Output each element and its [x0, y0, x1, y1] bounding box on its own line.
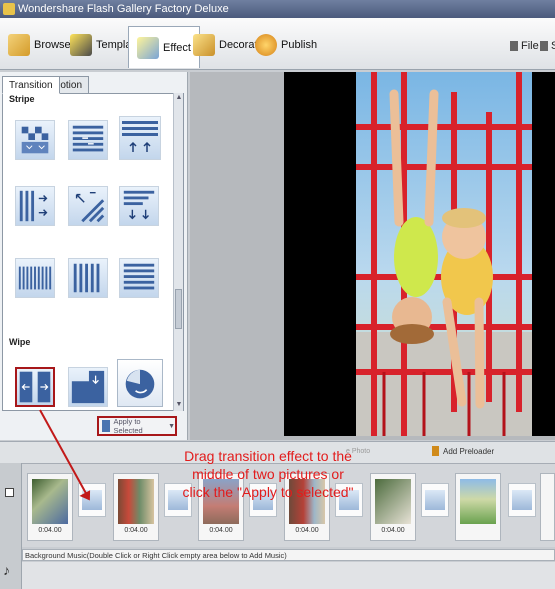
transition-horizontal-blinds[interactable] [119, 258, 159, 298]
frame-duration: 0:04.00 [381, 527, 405, 534]
transition-thumbnail [425, 490, 445, 510]
effects-scrollbar[interactable]: ▲ ▼ [173, 93, 183, 411]
transition-wipe-corner[interactable] [68, 367, 108, 407]
photo-thumbnail [545, 479, 555, 524]
template-icon [70, 34, 92, 56]
transition-horizontal-stripes[interactable] [68, 120, 108, 160]
music-drop-area[interactable] [22, 562, 555, 589]
frame-duration: 0:04.00 [38, 527, 62, 534]
apply-to-selected-button[interactable]: Apply to Selected ▼ [97, 416, 177, 436]
transition-stripe-down[interactable] [119, 186, 159, 226]
photo-frame[interactable]: 0:04.00 [27, 473, 73, 541]
tab-transition[interactable]: Transition [2, 76, 60, 94]
annotation-line-3: click the "Apply to selected" [182, 484, 354, 500]
transition-slot[interactable] [508, 483, 536, 517]
decorate-button[interactable]: Decorate [193, 28, 264, 62]
s-menu[interactable]: S [540, 40, 555, 52]
browse-icon [8, 34, 30, 56]
decorate-icon [193, 34, 215, 56]
category-wipe: Wipe [9, 337, 31, 347]
frame-duration: 0:04.00 [295, 527, 319, 534]
transition-slot[interactable] [78, 483, 106, 517]
transition-list: Stripe Wipe [2, 93, 184, 411]
file-icon [510, 41, 518, 51]
transition-stripe-up[interactable] [119, 116, 161, 160]
photo-frame-partial[interactable] [540, 473, 555, 541]
transition-slot[interactable] [421, 483, 449, 517]
file-menu[interactable]: File [510, 40, 539, 52]
window-title: Wondershare Flash Gallery Factory Deluxe [18, 3, 229, 15]
add-preloader-button[interactable]: Add Preloader [432, 446, 494, 456]
transition-fine-vertical-stripes[interactable] [15, 258, 55, 298]
transition-thumbnail [512, 490, 532, 510]
publish-icon [255, 34, 277, 56]
photo-thumbnail [460, 479, 496, 524]
photo-thumbnail [32, 479, 68, 524]
preview-photo [356, 72, 532, 436]
transition-thumbnail [82, 490, 102, 510]
transition-wipe-split[interactable] [15, 367, 55, 407]
scroll-down-icon[interactable]: ▼ [175, 401, 183, 409]
scrollbar-thumb[interactable] [175, 289, 182, 329]
preview-stage [284, 72, 555, 436]
transition-checker-stripe[interactable] [15, 120, 55, 160]
dropdown-arrow-icon: ▼ [168, 422, 175, 430]
preloader-icon [432, 446, 439, 456]
transition-vertical-stripe-right[interactable] [15, 186, 55, 226]
effect-icon [137, 36, 159, 59]
annotation-text: Drag transition effect to the middle of … [148, 447, 388, 501]
select-all-checkbox[interactable] [5, 488, 14, 497]
transition-vertical-blinds[interactable] [68, 258, 108, 298]
frame-duration: 0:04.00 [209, 527, 233, 534]
music-note-icon: ♪ [3, 562, 10, 578]
annotation-line-2: middle of two pictures or [192, 466, 344, 482]
effect-button[interactable]: Effect [128, 26, 200, 68]
annotation-line-1: Drag transition effect to the [184, 448, 352, 464]
frame-duration: 0:04.00 [124, 527, 148, 534]
apply-icon [102, 420, 111, 432]
title-bar: Wondershare Flash Gallery Factory Deluxe [0, 0, 555, 18]
transition-wipe-clock[interactable] [117, 359, 163, 407]
publish-button[interactable]: Publish [255, 28, 317, 62]
browse-button[interactable]: Browse [8, 28, 71, 62]
scroll-up-icon[interactable]: ▲ [175, 94, 183, 102]
app-icon [3, 3, 15, 15]
main-toolbar: Browse Template Effect Decorate Publish … [0, 18, 555, 70]
transition-diagonal-stripe[interactable] [68, 186, 108, 226]
background-music-track[interactable]: Background Music(Double Click or Right C… [22, 549, 555, 561]
settings-icon [540, 41, 548, 51]
photo-frame[interactable] [455, 473, 501, 541]
category-stripe: Stripe [9, 94, 35, 104]
